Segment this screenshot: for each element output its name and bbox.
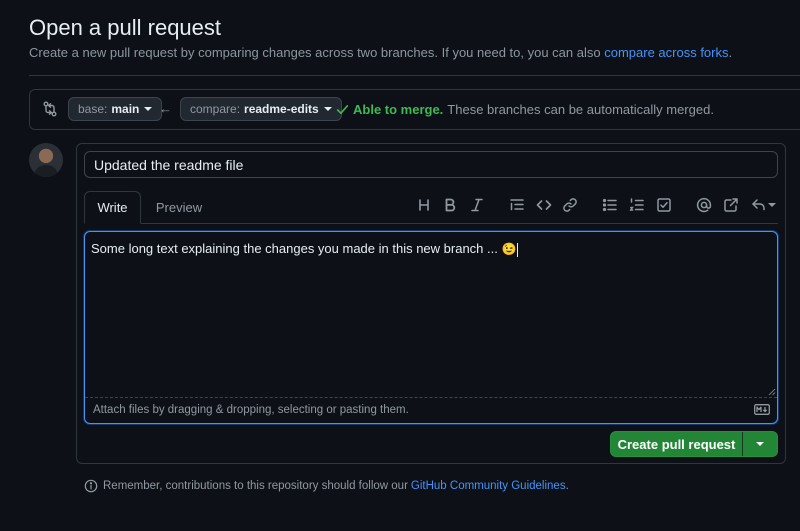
link-icon[interactable] <box>561 196 579 214</box>
cross-reference-icon[interactable] <box>722 196 740 214</box>
page-subtitle: Create a new pull request by comparing c… <box>29 45 732 60</box>
unordered-list-icon[interactable] <box>601 196 619 214</box>
text-cursor <box>517 242 519 257</box>
comment-body-text: Some long text explaining the changes yo… <box>91 241 519 257</box>
create-options-dropdown[interactable] <box>743 432 777 456</box>
comment-body-value: Some long text explaining the changes yo… <box>91 241 502 256</box>
subtitle-end: . <box>728 45 733 60</box>
chevron-down-icon <box>767 203 776 207</box>
attach-divider <box>85 397 777 398</box>
compare-branch-name: readme-edits <box>244 102 319 116</box>
base-branch-name: main <box>111 102 140 116</box>
contribution-note-end: . <box>565 480 569 492</box>
create-pull-request-button-group: Create pull request <box>610 431 778 457</box>
contribution-note-text: Remember, contributions to this reposito… <box>103 480 408 492</box>
compare-prefix: compare: <box>190 102 241 116</box>
ordered-list-icon[interactable] <box>628 196 646 214</box>
mention-icon[interactable] <box>695 196 713 214</box>
info-icon <box>84 479 98 493</box>
code-icon[interactable] <box>535 196 553 214</box>
compare-across-forks-link[interactable]: compare across forks <box>604 45 728 60</box>
tab-write[interactable]: Write <box>84 191 141 224</box>
subtitle-text: Create a new pull request by comparing c… <box>29 45 601 60</box>
chevron-down-icon <box>323 107 332 111</box>
contribution-note: Remember, contributions to this reposito… <box>84 479 569 493</box>
create-pull-request-button[interactable]: Create pull request <box>611 432 743 456</box>
community-guidelines-link[interactable]: GitHub Community Guidelines <box>411 480 566 492</box>
task-list-icon[interactable] <box>655 196 673 214</box>
compare-branch-select[interactable]: compare: readme-edits <box>180 97 342 121</box>
arrow-left-icon: ← <box>159 101 172 116</box>
bold-icon[interactable] <box>441 196 459 214</box>
chevron-down-icon <box>144 107 153 111</box>
attach-files-hint[interactable]: Attach files by dragging & dropping, sel… <box>93 404 409 416</box>
reply-icon[interactable] <box>750 196 776 214</box>
merge-status-label: Able to merge. <box>353 102 444 117</box>
header-divider <box>29 75 800 76</box>
heading-icon[interactable] <box>415 196 433 214</box>
merge-status-detail: These branches can be automatically merg… <box>447 102 714 117</box>
wink-emoji: 😉 <box>501 242 517 256</box>
chevron-down-icon <box>756 442 764 446</box>
markdown-icon[interactable] <box>754 404 770 415</box>
merge-status: Able to merge. These branches can be aut… <box>336 102 714 117</box>
resize-handle-icon[interactable] <box>768 388 776 396</box>
title-input[interactable] <box>84 151 778 178</box>
base-branch-select[interactable]: base: main <box>68 97 163 121</box>
quote-icon[interactable] <box>508 196 526 214</box>
page-title: Open a pull request <box>29 15 222 40</box>
tab-preview[interactable]: Preview <box>148 191 210 224</box>
git-compare-icon <box>43 101 57 117</box>
avatar[interactable] <box>29 143 63 177</box>
comment-body-textarea[interactable] <box>84 231 778 424</box>
italic-icon[interactable] <box>468 196 486 214</box>
check-icon <box>336 105 349 114</box>
base-prefix: base: <box>78 102 108 116</box>
